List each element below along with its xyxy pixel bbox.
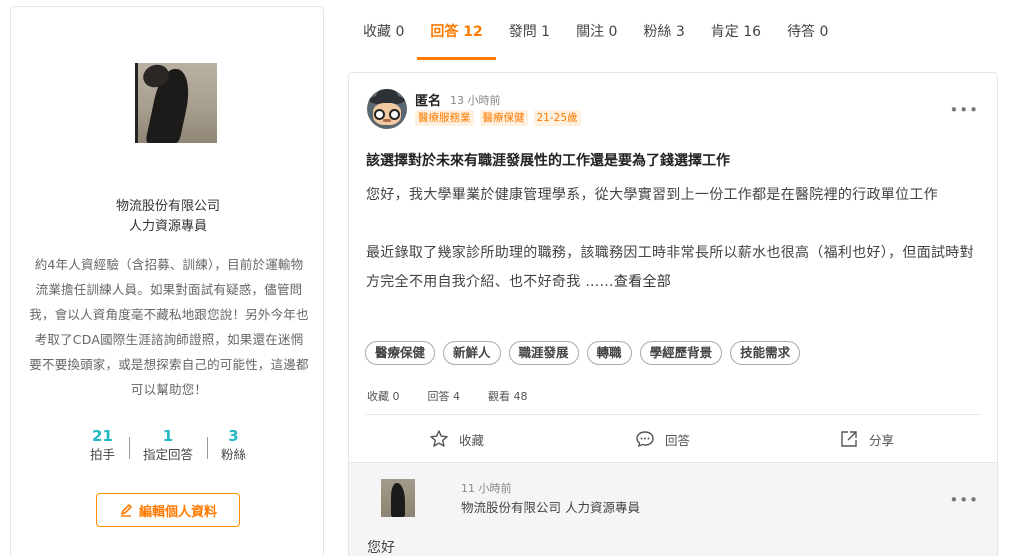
profile-card: 物流股份有限公司 人力資源專員 約4年人資經驗（含招募、訓練），目前於運輸物流業…: [10, 6, 324, 556]
topic-tag[interactable]: 學經歷背景: [639, 341, 723, 365]
topic-tag[interactable]: 新鮮人: [443, 341, 501, 365]
profile-answers-page: 物流股份有限公司 人力資源專員 約4年人資經驗（含招募、訓練），目前於運輸物流業…: [0, 0, 1024, 556]
stat-label: 粉絲: [221, 447, 247, 462]
view-count: 觀看 48: [488, 390, 528, 403]
stat-value: 1: [162, 427, 174, 445]
author-tag: 醫療保健: [479, 110, 528, 126]
see-all-link[interactable]: 查看全部: [614, 274, 671, 290]
author-tag: 21-25歲: [533, 110, 581, 126]
stat-claps: 21 拍手: [76, 427, 129, 465]
profile-company: 物流股份有限公司: [115, 199, 220, 214]
profile-job-title: 人力資源專員: [128, 219, 207, 234]
anonymous-avatar-icon: [367, 89, 407, 129]
tab-pending[interactable]: 待答 0: [774, 0, 841, 60]
tab-following[interactable]: 關注 0: [563, 0, 630, 60]
author-tags: 醫療服務業 醫療保健 21-25歲: [415, 110, 581, 126]
answer-time: 11 小時前: [461, 482, 512, 495]
reply-label: 回答: [665, 432, 691, 448]
question-body: 您好，我大學畢業於健康管理學系，從大學實習到上一份工作都是在醫院裡的行政單位工作…: [366, 181, 986, 297]
post-counts: 收藏 0 回答 4 觀看 48: [367, 388, 528, 404]
fav-count: 收藏 0: [367, 390, 400, 403]
topic-tags: 醫療保健 新鮮人 職涯發展 轉職 學經歷背景 技能需求: [365, 341, 801, 365]
stat-fans: 3 粉絲: [207, 427, 260, 465]
tab-affirmations[interactable]: 肯定 16: [698, 0, 774, 60]
edit-profile-button[interactable]: 編輯個人資料: [96, 493, 240, 527]
stat-designated-answers: 1 指定回答: [128, 427, 207, 465]
post-time: 13 小時前: [450, 94, 501, 107]
post-author[interactable]: 匿名: [415, 90, 441, 109]
tab-questions[interactable]: 發問 1: [496, 0, 563, 60]
share-button[interactable]: 分享: [839, 429, 894, 449]
body-paragraph: 最近錄取了幾家診所助理的職務，該職務因工時非常長所以薪水也很高（福利也好），但面…: [366, 239, 986, 297]
stat-label: 指定回答: [142, 447, 193, 462]
answer-author[interactable]: 物流股份有限公司 人力資源專員: [461, 497, 640, 516]
divider: [365, 414, 981, 415]
comment-icon: [636, 431, 654, 448]
stat-value: 21: [92, 427, 113, 445]
profile-tabs: 收藏 0 回答 12 發問 1 關注 0 粉絲 3 肯定 16 待答 0: [350, 0, 841, 60]
star-icon: [430, 430, 448, 447]
author-tag: 醫療服務業: [415, 110, 474, 126]
tab-answers[interactable]: 回答 12: [417, 0, 497, 60]
answer-body: 您好: [367, 540, 395, 556]
share-icon: [841, 431, 857, 447]
stat-value: 3: [228, 427, 239, 445]
profile-bio: 約4年人資經驗（含招募、訓練），目前於運輸物流業擔任訓練人員。如果對面試有疑惑，…: [29, 257, 309, 397]
reply-button[interactable]: 回答: [635, 429, 690, 449]
answerer-avatar: [381, 479, 415, 517]
topic-tag[interactable]: 技能需求: [730, 341, 801, 365]
tab-fans[interactable]: 粉絲 3: [630, 0, 697, 60]
body-paragraph: 您好，我大學畢業於健康管理學系，從大學實習到上一份工作都是在醫院裡的行政單位工作: [366, 187, 938, 203]
more-options-icon[interactable]: •••: [949, 101, 979, 119]
tab-favorites[interactable]: 收藏 0: [350, 0, 417, 60]
edit-profile-label: 編輯個人資料: [138, 504, 217, 520]
topic-tag[interactable]: 醫療保健: [365, 341, 436, 365]
question-card: 匿名 13 小時前 醫療服務業 醫療保健 21-25歲 ••• 該選擇對於未來有…: [348, 72, 998, 472]
stat-label: 拍手: [89, 447, 115, 462]
profile-avatar: [135, 63, 217, 143]
topic-tag[interactable]: 職涯發展: [508, 341, 579, 365]
favorite-button[interactable]: 收藏: [429, 429, 484, 449]
answer-more-options-icon[interactable]: •••: [949, 491, 979, 509]
share-label: 分享: [869, 432, 895, 448]
pencil-icon: [120, 504, 132, 517]
answer-card: 11 小時前 物流股份有限公司 人力資源專員 ••• 您好: [348, 462, 998, 556]
favorite-label: 收藏: [459, 432, 485, 448]
question-title[interactable]: 該選擇對於未來有職涯發展性的工作還是要為了錢選擇工作: [366, 150, 730, 170]
topic-tag[interactable]: 轉職: [586, 341, 632, 365]
answer-count: 回答 4: [427, 390, 461, 403]
profile-stats: 21 拍手 1 指定回答 3 粉絲: [11, 427, 325, 465]
